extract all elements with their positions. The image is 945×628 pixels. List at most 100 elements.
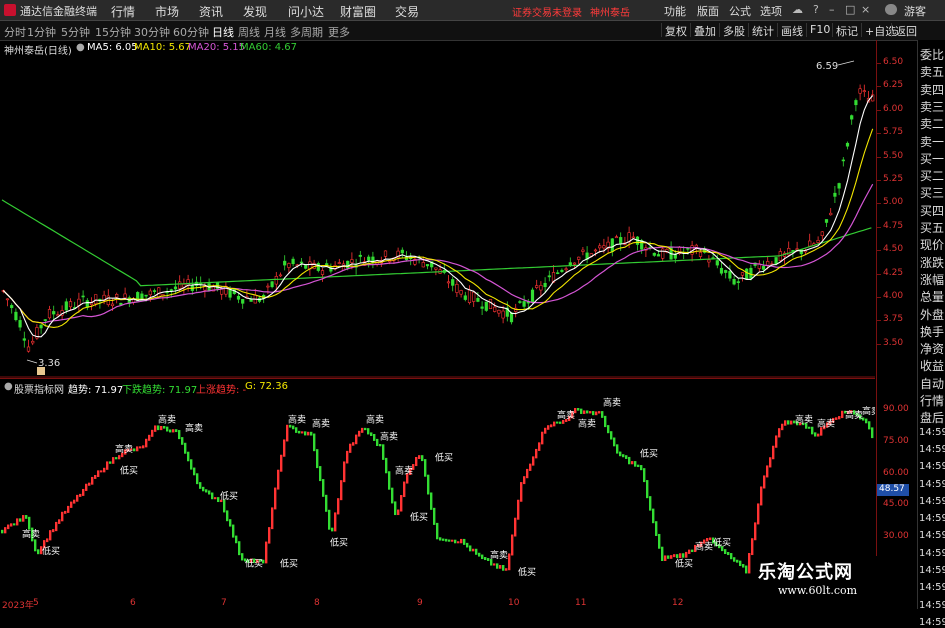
login-notice[interactable]: 证券交易未登录: [512, 4, 582, 19]
menu-layout[interactable]: 版面: [697, 3, 719, 19]
draw-line-button[interactable]: 画线: [777, 23, 806, 38]
tab-5min[interactable]: 5分钟: [61, 24, 90, 40]
sidebar-item[interactable]: 现价: [920, 236, 944, 253]
sidebar-item[interactable]: 自动: [920, 375, 944, 392]
menu-wealth[interactable]: 财富圈: [340, 3, 376, 20]
menu-bar: 通达信金融终端 行情 市场 资讯 发现 问小达 财富圈 交易 证券交易未登录 神…: [0, 0, 945, 21]
price-tick: 4.00: [883, 291, 904, 301]
close-icon[interactable]: ×: [861, 3, 870, 16]
sidebar-item[interactable]: 涨幅: [920, 271, 944, 288]
indicator-bar: [274, 487, 277, 510]
sidebar-item[interactable]: 14:59: [919, 582, 945, 593]
sidebar-item[interactable]: 卖三: [920, 98, 944, 115]
sidebar-item[interactable]: 行情: [920, 392, 944, 409]
indicator-bar: [616, 444, 619, 454]
indicator-bar: [766, 465, 769, 478]
indicator-bar: [730, 553, 733, 560]
menu-trade[interactable]: 交易: [395, 3, 419, 20]
low-buy-label: 低买: [280, 558, 298, 570]
tab-timeshare[interactable]: 分时: [4, 24, 26, 40]
indicator-bar: [607, 425, 610, 434]
tab-60min[interactable]: 60分钟: [173, 24, 209, 40]
sidebar-item[interactable]: 14:59: [919, 617, 945, 628]
menu-ask[interactable]: 问小达: [288, 3, 324, 20]
sidebar-item[interactable]: 买二: [920, 167, 944, 184]
indicator-bar: [493, 563, 496, 566]
back-button[interactable]: 返回: [891, 23, 920, 38]
tab-1min[interactable]: 1分钟: [27, 24, 56, 40]
indicator-bar: [544, 427, 547, 434]
indicator-bar: [22, 515, 25, 522]
menu-discover[interactable]: 发现: [243, 3, 267, 20]
sidebar-item[interactable]: 买一: [920, 150, 944, 167]
sidebar-item[interactable]: 买三: [920, 184, 944, 201]
menu-formula[interactable]: 公式: [729, 3, 751, 19]
sidebar-item[interactable]: 14:59: [919, 530, 945, 541]
candle: [115, 294, 119, 298]
sidebar-item[interactable]: 涨跌: [920, 254, 944, 271]
sidebar-item[interactable]: 14:59: [919, 461, 945, 472]
price-tick: 6.25: [883, 80, 904, 91]
user-avatar-icon[interactable]: [885, 4, 897, 15]
indicator-bar: [295, 427, 298, 433]
candlestick-chart[interactable]: 6.59 3.36: [0, 40, 875, 378]
sidebar-item[interactable]: 14:59: [919, 444, 945, 455]
candle: [736, 281, 740, 283]
cloud-icon[interactable]: ☁: [792, 3, 803, 16]
sidebar-item[interactable]: 卖五: [920, 63, 944, 80]
high-sell-label: 高卖: [845, 409, 863, 421]
sidebar-item[interactable]: 14:59: [919, 548, 945, 559]
tab-monthly[interactable]: 月线: [264, 24, 286, 40]
x-label-6: 6: [130, 598, 136, 608]
indicator-bar: [184, 442, 187, 454]
f10-button[interactable]: F10: [806, 23, 833, 37]
sidebar-item[interactable]: 换手: [920, 323, 944, 340]
tab-15min[interactable]: 15分钟: [95, 24, 131, 40]
sidebar-item[interactable]: 总量: [920, 288, 944, 305]
maximize-icon[interactable]: □: [845, 3, 855, 16]
sidebar-item[interactable]: 14:59: [919, 565, 945, 576]
menu-function[interactable]: 功能: [664, 3, 686, 19]
sidebar-item[interactable]: 买五: [920, 219, 944, 236]
candle: [22, 338, 26, 341]
sidebar-item[interactable]: 14:59: [919, 513, 945, 524]
tab-multi-period[interactable]: 多周期: [290, 24, 323, 40]
sidebar-item[interactable]: 卖二: [920, 115, 944, 132]
adjust-button[interactable]: 复权: [661, 23, 690, 38]
indicator-bar: [388, 471, 391, 490]
sidebar-item[interactable]: 委比: [920, 46, 944, 63]
indicator-bar: [415, 457, 418, 467]
candle: [833, 192, 837, 197]
indicator-bar: [529, 463, 532, 471]
sidebar-item[interactable]: 净资: [920, 340, 944, 357]
menu-options[interactable]: 选项: [760, 3, 782, 19]
menu-quotes[interactable]: 行情: [111, 3, 135, 20]
guest-label[interactable]: 游客: [904, 3, 926, 19]
tab-weekly[interactable]: 周线: [238, 24, 260, 40]
statistics-button[interactable]: 统计: [748, 23, 777, 38]
sidebar-item[interactable]: 卖四: [920, 81, 944, 98]
sidebar-item[interactable]: 外盘: [920, 306, 944, 323]
sidebar-item[interactable]: 卖一: [920, 133, 944, 150]
sidebar-item[interactable]: 盘后: [920, 409, 944, 426]
tab-30min[interactable]: 30分钟: [134, 24, 170, 40]
multi-stock-button[interactable]: 多股: [719, 23, 748, 38]
sidebar-item[interactable]: 买四: [920, 202, 944, 219]
overlay-button[interactable]: 叠加: [690, 23, 719, 38]
sidebar-item[interactable]: 14:59: [919, 496, 945, 507]
tab-more[interactable]: 更多: [328, 24, 350, 40]
sidebar-item[interactable]: 收益: [920, 357, 944, 374]
indicator-bar: [1, 529, 4, 534]
indicator-bar: [598, 411, 601, 414]
candle: [719, 267, 724, 274]
tab-daily[interactable]: 日线: [212, 24, 234, 40]
sidebar-item[interactable]: 14:59: [919, 427, 945, 438]
help-icon[interactable]: ?: [813, 3, 819, 16]
sidebar-item[interactable]: 14:59: [919, 479, 945, 490]
mark-button[interactable]: 标记: [832, 23, 861, 38]
indicator-chart[interactable]: 高卖低买高卖低买高卖高卖低买低买 低买高卖 高卖低买高卖高卖高卖低买低买高卖低买高卖…: [0, 378, 875, 600]
minimize-icon[interactable]: –: [829, 3, 835, 16]
menu-news[interactable]: 资讯: [199, 3, 223, 20]
menu-market[interactable]: 市场: [155, 3, 179, 20]
high-sell-label: 高卖: [795, 413, 813, 425]
